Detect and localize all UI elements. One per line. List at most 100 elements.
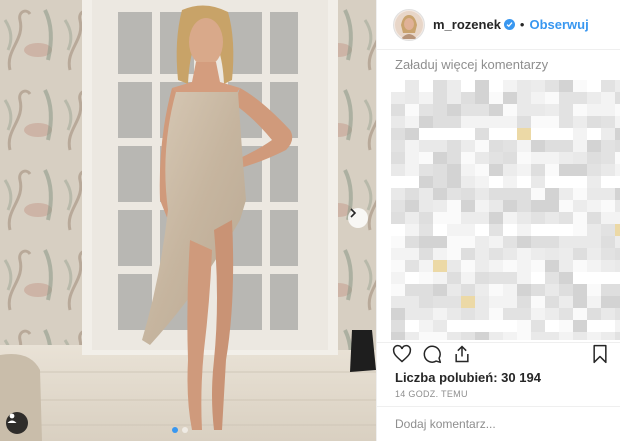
pixelated-block bbox=[405, 224, 419, 236]
pixelated-block bbox=[419, 332, 433, 340]
pixelated-block bbox=[545, 104, 559, 116]
pixelated-block bbox=[545, 128, 559, 140]
pixelated-block bbox=[545, 212, 559, 224]
save-button[interactable] bbox=[589, 343, 611, 365]
pixelated-block bbox=[573, 320, 587, 332]
pixelated-block bbox=[573, 284, 587, 296]
pixelated-block bbox=[545, 164, 559, 176]
load-more-comments-button[interactable]: Załaduj więcej komentarzy bbox=[395, 57, 548, 72]
tagged-users-button[interactable] bbox=[6, 412, 28, 434]
pixelated-block bbox=[531, 164, 545, 176]
pixelated-block bbox=[475, 176, 489, 188]
pixelated-block bbox=[391, 80, 405, 92]
pixelated-block bbox=[503, 260, 517, 272]
like-button[interactable] bbox=[391, 343, 413, 365]
pixelated-block bbox=[615, 176, 620, 188]
pixelated-block bbox=[433, 212, 447, 224]
pixelated-block bbox=[601, 260, 615, 272]
next-photo-button[interactable] bbox=[348, 208, 368, 228]
avatar[interactable] bbox=[393, 8, 425, 41]
user-tag-icon bbox=[7, 413, 17, 423]
header-separator: • bbox=[519, 17, 525, 32]
pixelated-block bbox=[517, 272, 531, 284]
pixelated-block bbox=[503, 308, 517, 320]
pixelated-block bbox=[433, 116, 447, 128]
pixelated-block bbox=[475, 332, 489, 340]
pixelated-block bbox=[573, 80, 587, 92]
pixelated-block bbox=[587, 320, 601, 332]
pixelated-block bbox=[545, 284, 559, 296]
pixelated-block bbox=[489, 212, 503, 224]
pixelated-block bbox=[447, 296, 461, 308]
comment-button[interactable] bbox=[421, 343, 443, 365]
post-timestamp[interactable]: 14 GODZ. TEMU bbox=[395, 389, 468, 399]
pixelated-block bbox=[405, 200, 419, 212]
pixelated-block bbox=[419, 248, 433, 260]
pixelated-block bbox=[517, 332, 531, 340]
add-comment-bar bbox=[377, 406, 620, 441]
pixelated-block bbox=[391, 308, 405, 320]
pixelated-block bbox=[601, 236, 615, 248]
pixelated-block bbox=[461, 332, 475, 340]
pixelated-block bbox=[419, 104, 433, 116]
pixelated-block bbox=[573, 128, 587, 140]
pixelated-block bbox=[405, 260, 419, 272]
pixelated-block bbox=[503, 104, 517, 116]
pixelated-block bbox=[475, 164, 489, 176]
pixelated-block bbox=[447, 116, 461, 128]
pixelated-block bbox=[447, 212, 461, 224]
pixelated-block bbox=[405, 332, 419, 340]
pixelated-block bbox=[531, 308, 545, 320]
pixelated-block bbox=[531, 212, 545, 224]
pixelated-block bbox=[615, 116, 620, 128]
pixelated-block bbox=[573, 188, 587, 200]
pixelated-block bbox=[461, 104, 475, 116]
pixelated-block bbox=[475, 116, 489, 128]
post-photo[interactable] bbox=[0, 0, 376, 441]
likes-count[interactable]: Liczba polubień: 30 194 bbox=[395, 370, 541, 385]
pixelated-block bbox=[531, 236, 545, 248]
pixelated-block bbox=[573, 92, 587, 104]
pixelated-block bbox=[559, 296, 573, 308]
pixelated-block bbox=[405, 320, 419, 332]
pixelated-block bbox=[489, 176, 503, 188]
pixelated-block bbox=[405, 152, 419, 164]
pixelated-block bbox=[419, 116, 433, 128]
pixelated-block bbox=[517, 200, 531, 212]
pixelated-block bbox=[391, 164, 405, 176]
pixelated-block bbox=[587, 176, 601, 188]
pixelated-block bbox=[475, 284, 489, 296]
pixelated-block bbox=[433, 272, 447, 284]
pixelated-block bbox=[391, 188, 405, 200]
pixelated-block bbox=[433, 164, 447, 176]
pixelated-block bbox=[461, 272, 475, 284]
share-button[interactable] bbox=[451, 343, 473, 365]
comment-input[interactable] bbox=[395, 417, 595, 431]
pixelated-block bbox=[601, 152, 615, 164]
username-link[interactable]: m_rozenek bbox=[433, 17, 501, 32]
follow-button[interactable]: Obserwuj bbox=[529, 17, 588, 32]
pixelated-block bbox=[531, 260, 545, 272]
pixelated-block bbox=[587, 224, 601, 236]
pixelated-block bbox=[615, 212, 620, 224]
pixelated-block bbox=[615, 152, 620, 164]
pixelated-block bbox=[391, 236, 405, 248]
pixelated-block bbox=[517, 104, 531, 116]
pixelated-block bbox=[475, 92, 489, 104]
pixelated-block bbox=[615, 140, 620, 152]
photo-illustration bbox=[0, 0, 376, 441]
pixelated-block bbox=[601, 140, 615, 152]
pixelated-block bbox=[587, 116, 601, 128]
pixelated-block bbox=[419, 212, 433, 224]
pixelated-block bbox=[545, 140, 559, 152]
pixelated-block bbox=[587, 164, 601, 176]
pixelated-block bbox=[391, 260, 405, 272]
pixelated-block bbox=[531, 80, 545, 92]
pixelated-block bbox=[489, 92, 503, 104]
pixelated-block bbox=[419, 128, 433, 140]
pixelated-block bbox=[545, 308, 559, 320]
pixelated-block bbox=[503, 296, 517, 308]
pixelated-block bbox=[405, 272, 419, 284]
pixelated-block bbox=[545, 116, 559, 128]
pixelated-block bbox=[587, 140, 601, 152]
